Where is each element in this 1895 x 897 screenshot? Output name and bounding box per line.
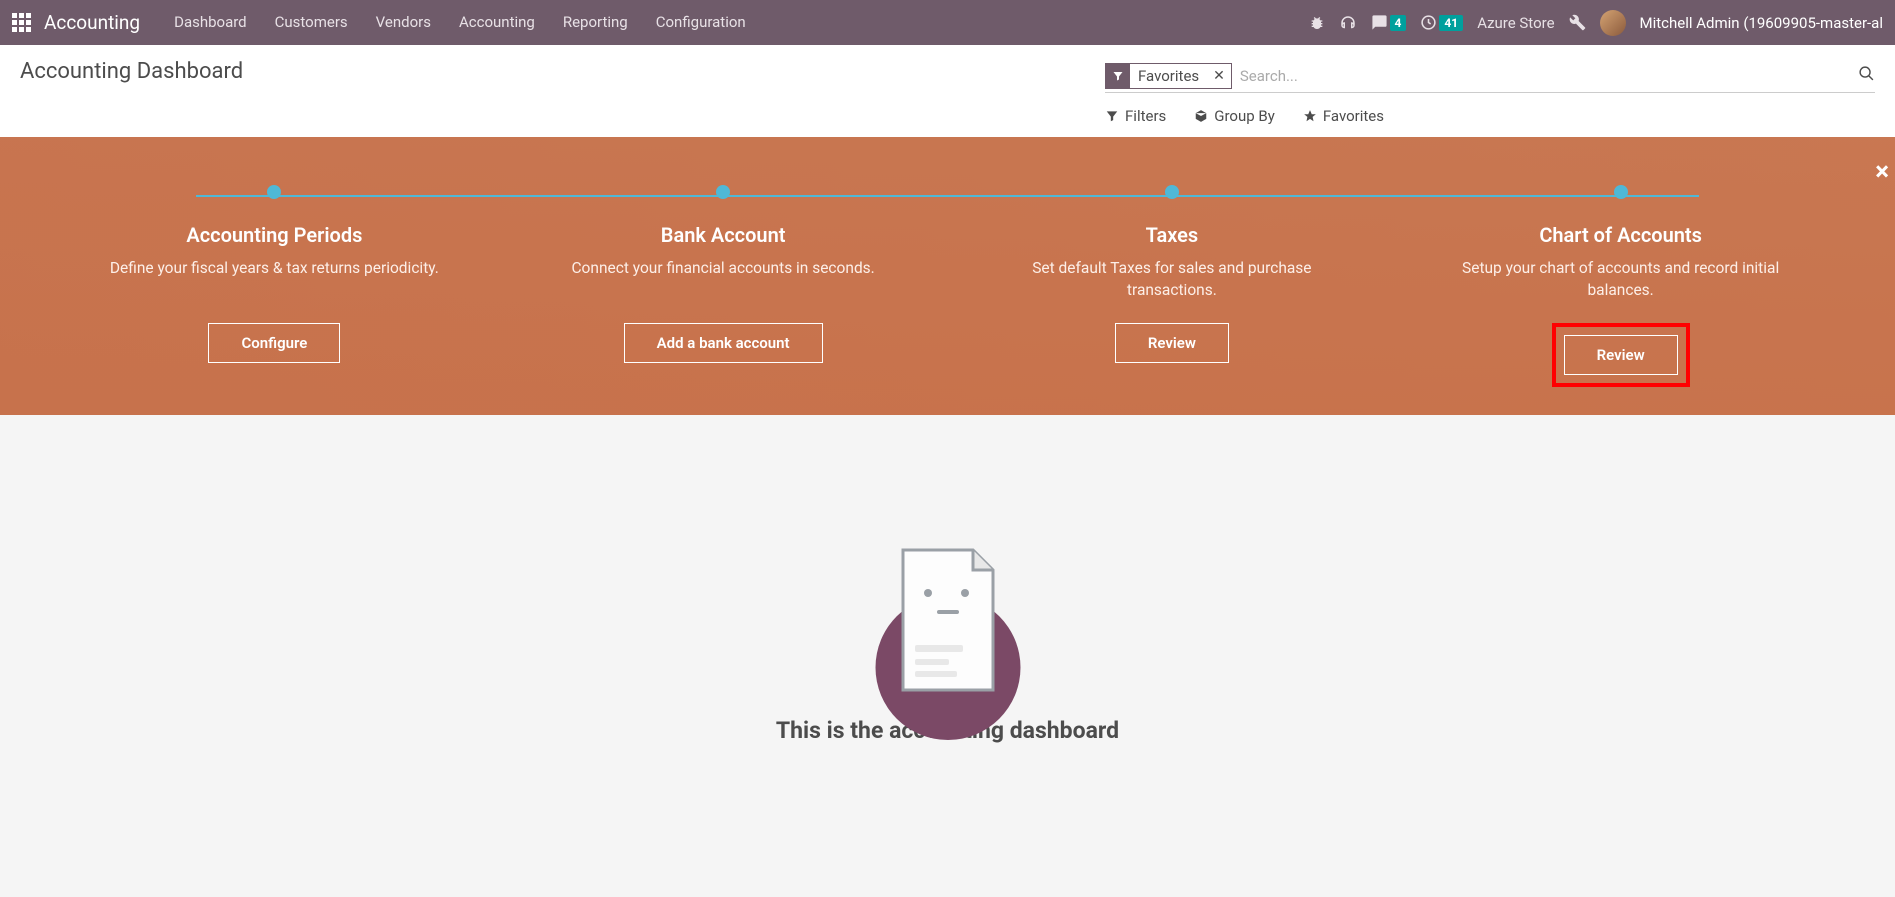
search-icon[interactable] (1858, 65, 1875, 87)
nav-vendors[interactable]: Vendors (362, 0, 445, 45)
support-icon[interactable] (1339, 14, 1357, 32)
store-link[interactable]: Azure Store (1477, 14, 1554, 32)
nav-links: Dashboard Customers Vendors Accounting R… (160, 0, 760, 45)
nav-dashboard[interactable]: Dashboard (160, 0, 261, 45)
search-facet-favorites: Favorites ✕ (1105, 63, 1232, 89)
nav-reporting[interactable]: Reporting (549, 0, 642, 45)
review-coa-button[interactable]: Review (1564, 335, 1678, 375)
tools-icon[interactable] (1569, 14, 1586, 31)
funnel-icon (1106, 64, 1130, 88)
messages-icon[interactable]: 4 (1371, 14, 1407, 31)
step-title: Taxes (992, 223, 1352, 247)
groupby-button[interactable]: Group By (1194, 107, 1275, 125)
filters-label: Filters (1125, 107, 1166, 125)
step-dot (1614, 185, 1628, 199)
messages-badge: 4 (1390, 15, 1407, 31)
step-desc: Set default Taxes for sales and purchase… (992, 257, 1352, 303)
onboarding-banner: × Accounting Periods Define your fiscal … (0, 137, 1895, 415)
configure-button[interactable]: Configure (208, 323, 340, 363)
step-dot (716, 185, 730, 199)
nav-accounting[interactable]: Accounting (445, 0, 549, 45)
top-navbar: Accounting Dashboard Customers Vendors A… (0, 0, 1895, 45)
favorites-label: Favorites (1323, 107, 1384, 125)
facet-label: Favorites (1130, 67, 1207, 85)
step-chart-of-accounts: Chart of Accounts Setup your chart of ac… (1441, 185, 1801, 387)
step-dot (1165, 185, 1179, 199)
step-title: Bank Account (543, 223, 903, 247)
step-bank-account: Bank Account Connect your financial acco… (543, 185, 903, 387)
step-title: Chart of Accounts (1441, 223, 1801, 247)
user-name[interactable]: Mitchell Admin (19609905-master-al (1640, 14, 1883, 32)
page-title: Accounting Dashboard (20, 59, 243, 84)
step-desc: Setup your chart of accounts and record … (1441, 257, 1801, 303)
step-desc: Connect your financial accounts in secon… (543, 257, 903, 303)
empty-illustration (893, 545, 1003, 699)
document-icon (893, 545, 1003, 695)
activities-badge: 41 (1439, 15, 1463, 31)
bug-icon[interactable] (1309, 15, 1325, 31)
empty-state: This is the accounting dashboard (0, 415, 1895, 744)
app-brand[interactable]: Accounting (44, 11, 140, 34)
activities-icon[interactable]: 41 (1420, 14, 1463, 31)
control-panel: Accounting Dashboard Favorites ✕ (0, 45, 1895, 137)
avatar[interactable] (1600, 10, 1626, 36)
add-bank-button[interactable]: Add a bank account (624, 323, 823, 363)
search-box[interactable]: Favorites ✕ (1105, 59, 1875, 93)
step-accounting-periods: Accounting Periods Define your fiscal ye… (94, 185, 454, 387)
apps-icon[interactable] (12, 13, 32, 33)
nav-customers[interactable]: Customers (261, 0, 362, 45)
step-title: Accounting Periods (94, 223, 454, 247)
facet-close-icon[interactable]: ✕ (1207, 68, 1231, 84)
favorites-button[interactable]: Favorites (1303, 107, 1384, 125)
groupby-label: Group By (1214, 107, 1275, 125)
highlight-box: Review (1552, 323, 1690, 387)
step-dot (267, 185, 281, 199)
filters-button[interactable]: Filters (1105, 107, 1166, 125)
search-input[interactable] (1240, 67, 1858, 85)
close-icon[interactable]: × (1875, 157, 1889, 187)
nav-configuration[interactable]: Configuration (642, 0, 760, 45)
step-desc: Define your fiscal years & tax returns p… (94, 257, 454, 303)
step-taxes: Taxes Set default Taxes for sales and pu… (992, 185, 1352, 387)
review-taxes-button[interactable]: Review (1115, 323, 1229, 363)
navbar-right: 4 41 Azure Store Mitchell Admin (1960990… (1309, 10, 1883, 36)
